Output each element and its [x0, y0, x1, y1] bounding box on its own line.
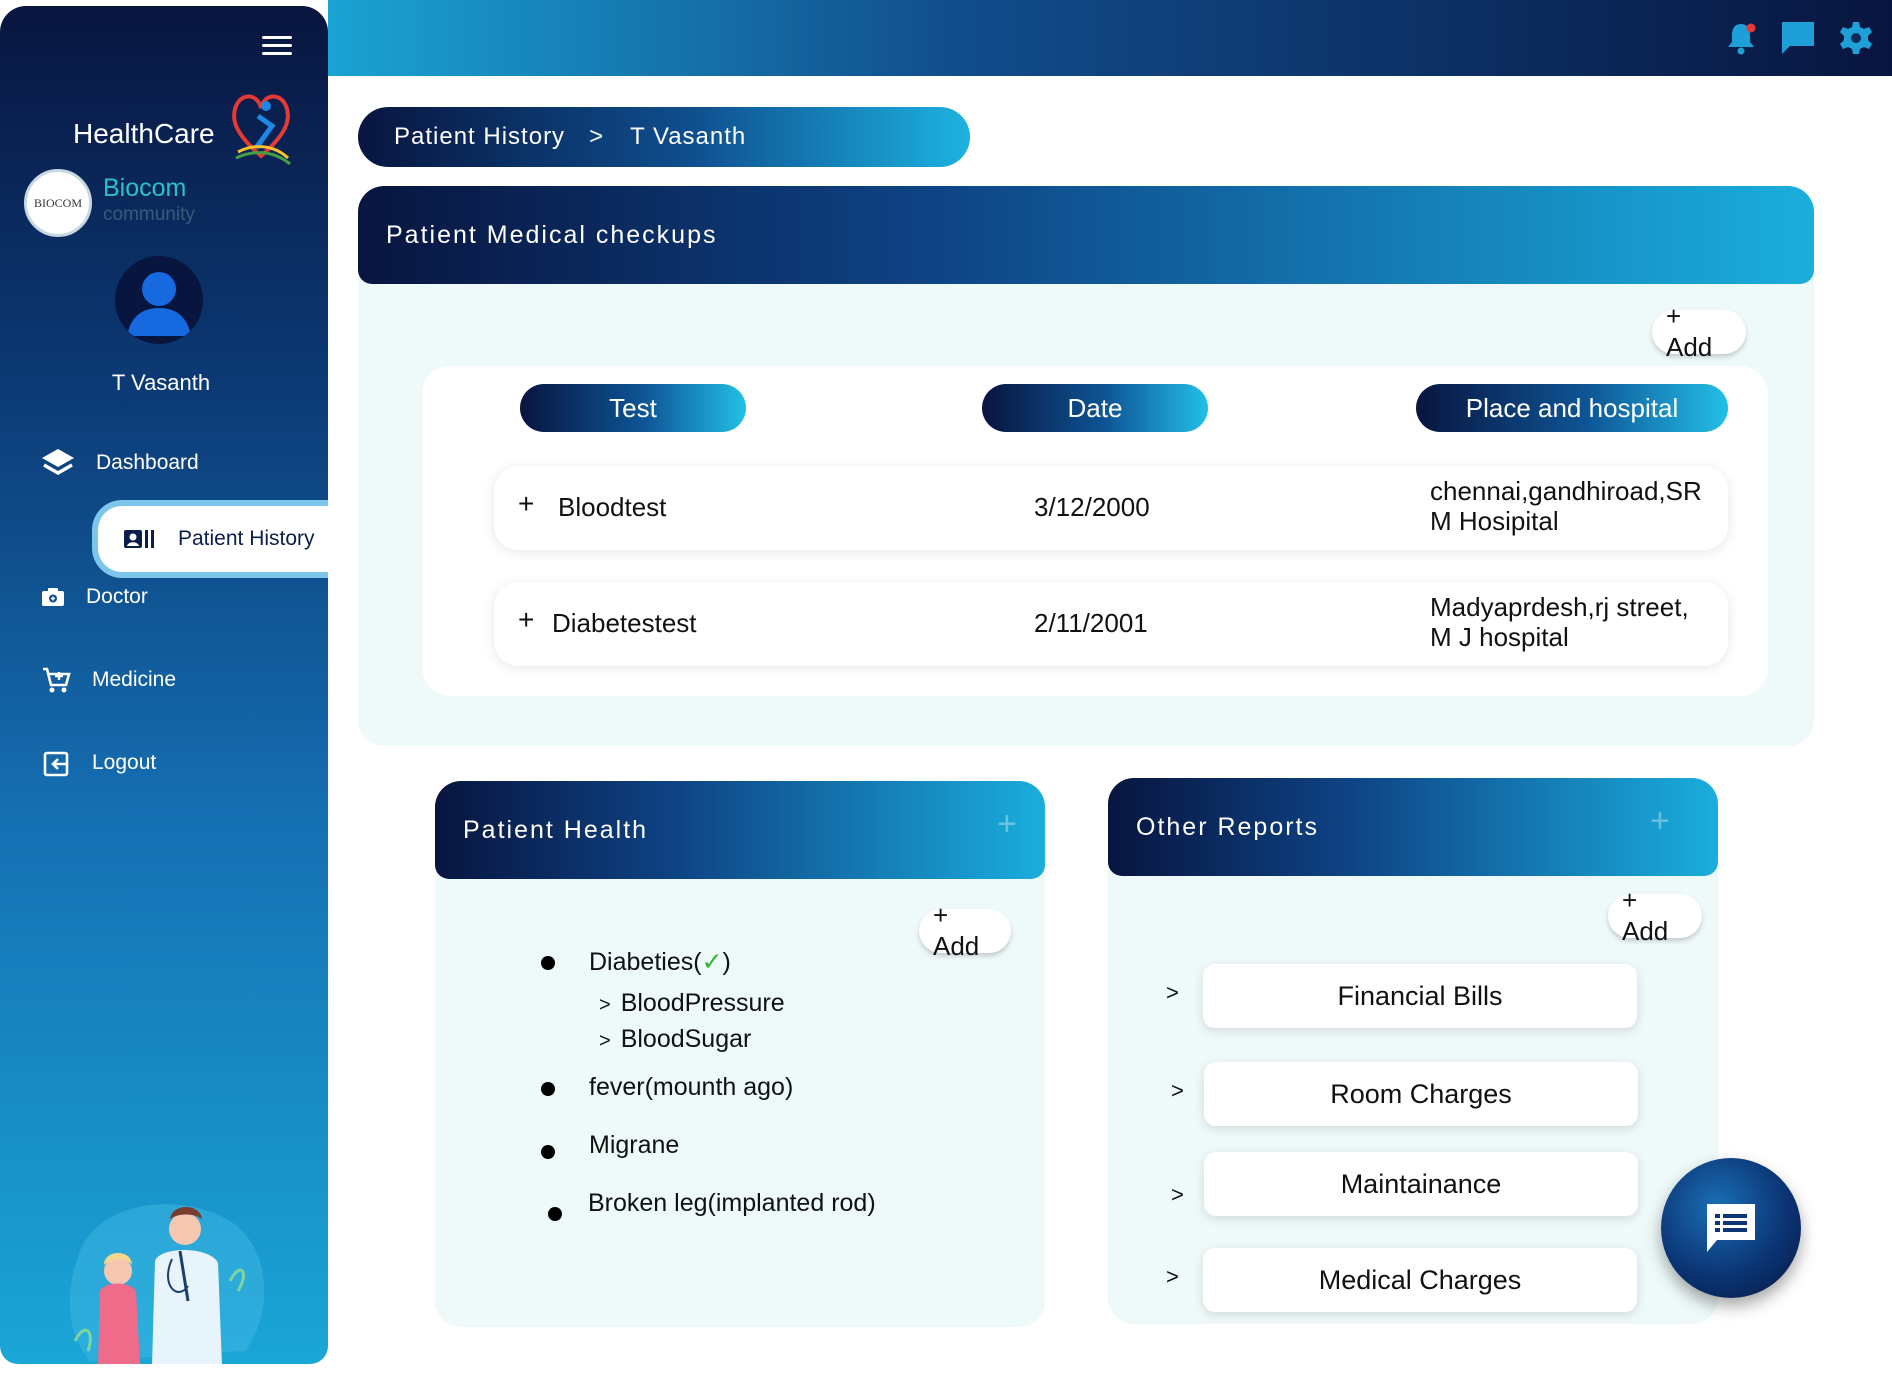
doctor-patient-illustration — [69, 1204, 265, 1364]
cell-place-line2: M Hosipital — [1430, 506, 1559, 536]
community-logo: BIOCOM — [24, 169, 92, 237]
column-header-place[interactable]: Place and hospital — [1416, 384, 1728, 432]
community-subtitle: community — [103, 204, 195, 225]
cell-date: 2/11/2001 — [1034, 608, 1148, 638]
sidebar-item-label: Dashboard — [96, 451, 199, 474]
expand-row-icon[interactable]: + — [518, 488, 534, 520]
other-reports-title: Other Reports — [1108, 778, 1718, 876]
expand-row-icon[interactable]: + — [518, 604, 534, 636]
sidebar-item-medicine[interactable]: Medicine — [38, 663, 176, 697]
cell-place-line1: Madyaprdesh,rj street, — [1430, 592, 1689, 622]
table-row[interactable]: + Bloodtest 3/12/2000 chennai,gandhiroad… — [494, 466, 1728, 550]
health-sub-item-label: BloodPressure — [620, 989, 785, 1017]
user-avatar-icon — [127, 272, 191, 336]
community-name: Biocom — [103, 174, 187, 202]
health-sub-item: > BloodSugar — [599, 1025, 751, 1054]
report-maintainance[interactable]: Maintainance — [1204, 1152, 1638, 1216]
chevron-right-icon[interactable]: > — [1166, 980, 1179, 1006]
add-checkup-button[interactable]: + Add — [1652, 301, 1746, 362]
user-name: T Vasanth — [111, 370, 211, 395]
chevron-right-icon[interactable]: > — [1171, 1182, 1184, 1208]
patient-health-title: Patient Health — [435, 781, 1045, 879]
column-header-date[interactable]: Date — [982, 384, 1208, 432]
health-item: Diabeties(✓) — [589, 947, 731, 977]
chat-icon[interactable] — [1780, 20, 1816, 56]
column-header-test[interactable]: Test — [520, 384, 746, 432]
cell-test: Bloodtest — [558, 492, 667, 522]
health-item: Broken leg(implanted rod) — [588, 1189, 876, 1217]
breadcrumb-section[interactable]: Patient History — [394, 123, 565, 151]
health-item-label: Diabeties( — [589, 948, 702, 976]
cell-place: Madyaprdesh,rj street, M J hospital — [1430, 592, 1720, 652]
report-room-charges[interactable]: Room Charges — [1204, 1062, 1638, 1126]
breadcrumb-current: T Vasanth — [630, 123, 747, 150]
other-reports-panel: Other Reports + + Add > Financial Bills … — [1108, 778, 1718, 1324]
patient-health-panel: Patient Health + + Add Diabeties(✓) > Blo… — [435, 781, 1045, 1327]
report-financial-bills[interactable]: Financial Bills — [1203, 964, 1637, 1028]
avatar[interactable] — [115, 256, 203, 344]
health-sub-item-label: BloodSugar — [620, 1025, 752, 1053]
sidebar-item-doctor[interactable]: Doctor — [38, 580, 148, 614]
sidebar-item-label: Doctor — [86, 585, 148, 608]
breadcrumb: Patient History > T Vasanth — [358, 107, 970, 167]
sidebar-item-label: Medicine — [92, 668, 177, 691]
layers-icon — [38, 446, 78, 480]
medical-checkups-title: Patient Medical checkups — [358, 186, 1814, 284]
sidebar-item-dashboard[interactable]: Dashboard — [38, 446, 199, 480]
top-bar — [328, 0, 1892, 76]
sidebar: HealthCare BIOCOM Biocom community T Vas… — [0, 6, 328, 1364]
gear-icon[interactable] — [1838, 20, 1874, 56]
bullet-icon — [548, 1207, 562, 1221]
chat-fab-button[interactable] — [1661, 1158, 1801, 1298]
bullet-icon — [541, 1082, 555, 1096]
checkups-table: Test Date Place and hospital + Bloodtest… — [422, 366, 1768, 696]
chevron-right-icon[interactable]: > — [1166, 1264, 1179, 1290]
bullet-icon — [541, 1145, 555, 1159]
bullet-icon — [541, 956, 555, 970]
cell-place-line2: M J hospital — [1430, 622, 1569, 652]
expand-panel-icon[interactable]: + — [997, 805, 1017, 844]
report-medical-charges[interactable]: Medical Charges — [1203, 1248, 1637, 1312]
cell-date: 3/12/2000 — [1034, 492, 1150, 522]
health-item: fever(mounth ago) — [589, 1073, 794, 1101]
message-icon — [1707, 1204, 1755, 1252]
id-card-icon — [124, 528, 156, 550]
sidebar-item-logout[interactable]: Logout — [38, 746, 156, 780]
health-item: Migrane — [589, 1131, 680, 1159]
chevron-right-icon[interactable]: > — [1171, 1078, 1184, 1104]
check-icon: ✓ — [701, 948, 723, 976]
cell-place: chennai,gandhiroad,SR M Hosipital — [1430, 476, 1720, 536]
add-health-button[interactable]: + Add — [919, 900, 1011, 961]
sidebar-item-label: Logout — [92, 751, 157, 774]
expand-panel-icon[interactable]: + — [1650, 802, 1670, 841]
brand-title: HealthCare — [73, 118, 215, 149]
camera-icon — [38, 580, 68, 614]
logout-icon — [38, 746, 74, 780]
health-item-label-end: ) — [722, 948, 731, 976]
sidebar-item-label: Patient History — [178, 527, 315, 550]
cell-test: Diabetestest — [552, 608, 697, 638]
health-sub-item: > BloodPressure — [599, 989, 785, 1018]
add-report-button[interactable]: + Add — [1608, 885, 1702, 946]
healthcare-logo-icon — [232, 94, 291, 166]
chevron-right-icon: > — [599, 994, 611, 1016]
chevron-right-icon: > — [599, 1030, 611, 1052]
breadcrumb-separator: > — [589, 123, 605, 150]
table-row[interactable]: + Diabetestest 2/11/2001 Madyaprdesh,rj … — [494, 582, 1728, 666]
cell-place-line1: chennai,gandhiroad,SR — [1430, 476, 1702, 506]
cart-icon — [38, 663, 74, 697]
menu-icon[interactable] — [262, 36, 292, 58]
sidebar-item-patient-history[interactable]: Patient History — [92, 500, 328, 578]
bell-icon[interactable] — [1723, 20, 1759, 56]
medical-checkups-panel: Patient Medical checkups + Add Test Date… — [358, 186, 1814, 746]
